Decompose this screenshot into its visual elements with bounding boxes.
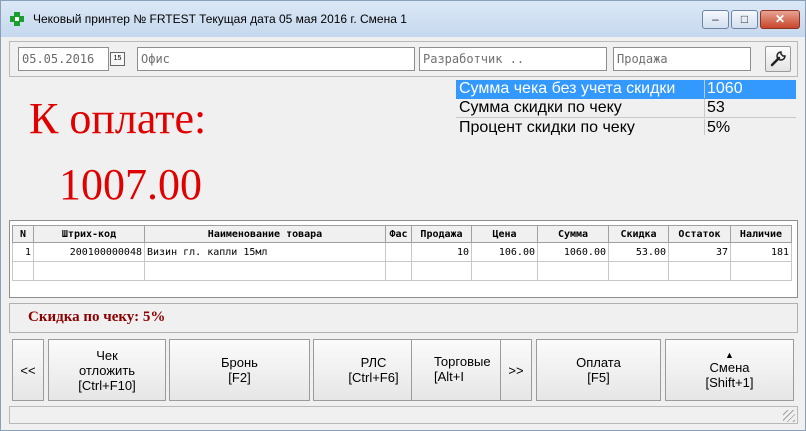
minimize-icon: – (712, 12, 719, 26)
button-shortcut: [F5] (587, 370, 610, 385)
summary-row[interactable]: Сумма чека без учета скидки 1060 (456, 80, 796, 99)
column-header[interactable]: N (12, 225, 34, 243)
column-header[interactable]: Наименование товара (144, 225, 386, 243)
summary-row[interactable]: Сумма скидки по чеку 53 (456, 99, 796, 118)
summary-row-label: Процент скидки по чеку (459, 119, 635, 135)
summary-row-label: Сумма скидки по чеку (459, 99, 622, 116)
next-buttons-button[interactable]: >> (500, 339, 532, 401)
pay-amount: 1007.00 (59, 160, 202, 209)
table-row[interactable]: 1 200100000048 Визин гл. капли 15мл 10 1… (12, 242, 792, 262)
table-cell[interactable] (385, 242, 412, 262)
maximize-icon: □ (740, 12, 749, 26)
caret-up-icon: ▲ (725, 350, 734, 360)
pay-label: К оплате: (29, 94, 207, 143)
minimize-button[interactable]: – (702, 10, 729, 29)
button-label: РЛС (360, 355, 387, 370)
postpone-receipt-button[interactable]: Чек отложить [Ctrl+F10] (48, 339, 166, 401)
wrench-icon (770, 51, 786, 67)
summary-row[interactable]: Процент скидки по чеку 5% (456, 119, 796, 135)
table-cell-selected[interactable] (33, 261, 145, 281)
summary-row-value: 5% (704, 119, 796, 135)
button-shortcut: [Ctrl+F10] (78, 377, 136, 393)
maximize-button[interactable]: □ (731, 10, 758, 29)
settings-button[interactable] (765, 46, 791, 72)
summary-row-label: Сумма чека без учета скидки (459, 80, 676, 97)
operation-type-field[interactable]: Продажа (613, 47, 751, 71)
column-header[interactable]: Остаток (668, 225, 731, 243)
close-icon: ✕ (774, 12, 786, 26)
table-cell[interactable]: 200100000048 (33, 242, 145, 262)
button-label: Бронь (221, 355, 258, 370)
client-area: 05.05.2016 15 Офис Разработчик .. Продаж… (9, 37, 798, 426)
button-shortcut: [Shift+1] (705, 375, 754, 390)
table-cell[interactable]: 37 (668, 242, 731, 262)
payment-button[interactable]: Оплата [F5] (536, 339, 661, 401)
shift-button[interactable]: ▲ Смена [Shift+1] (665, 339, 794, 401)
button-shortcut: [Alt+I (434, 369, 464, 384)
table-cell[interactable]: 106.00 (471, 242, 538, 262)
table-cell[interactable] (471, 261, 538, 281)
column-header[interactable]: Цена (471, 225, 538, 243)
button-label: Смена (709, 360, 750, 375)
table-cell[interactable] (608, 261, 669, 281)
table-cell[interactable] (668, 261, 731, 281)
table-cell[interactable]: 1 (12, 242, 34, 262)
table-cell[interactable] (411, 261, 472, 281)
table-cell[interactable]: 10 (411, 242, 472, 262)
pharmacy-cross-icon (9, 11, 25, 27)
table-cell[interactable]: 1060.00 (537, 242, 609, 262)
table-cell[interactable] (144, 261, 386, 281)
column-header[interactable]: Наличие (730, 225, 792, 243)
developer-field[interactable]: Разработчик .. (419, 47, 607, 71)
table-cell[interactable]: 53.00 (608, 242, 669, 262)
column-header[interactable]: Фас (385, 225, 412, 243)
column-header[interactable]: Скидка (608, 225, 669, 243)
button-shortcut: [F2] (228, 370, 251, 385)
button-shortcut: [Ctrl+F6] (348, 370, 399, 385)
receipt-grid: N Штрих-код Наименование товара Фас Прод… (12, 225, 792, 281)
date-field[interactable]: 05.05.2016 (18, 47, 109, 71)
table-cell[interactable] (537, 261, 609, 281)
table-cell[interactable] (12, 261, 34, 281)
trade-button[interactable]: Торговые [Alt+I (411, 339, 501, 401)
button-bar: << Чек отложить [Ctrl+F10] Бронь [F2] РЛ… (9, 339, 798, 403)
button-label: Чек (96, 347, 118, 363)
summary-row-value: 1060 (704, 80, 796, 98)
button-label: отложить (78, 362, 136, 378)
discount-panel: Скидка по чеку: 5% (9, 303, 798, 333)
receipt-table[interactable]: N Штрих-код Наименование товара Фас Прод… (9, 220, 798, 298)
summary-row-value: 53 (704, 99, 796, 117)
table-cell[interactable]: 181 (730, 242, 792, 262)
discount-text: Скидка по чеку: 5% (28, 309, 166, 325)
resize-grip-icon[interactable] (783, 410, 795, 422)
table-row-new[interactable] (12, 261, 792, 281)
button-label: Оплата (576, 355, 621, 370)
table-cell[interactable] (385, 261, 412, 281)
status-bar (9, 406, 798, 424)
main-window: Чековый принтер № FRTEST Текущая дата 05… (0, 0, 806, 431)
close-button[interactable]: ✕ (760, 10, 800, 29)
button-label: Торговые (434, 354, 491, 369)
reserve-button[interactable]: Бронь [F2] (169, 339, 310, 401)
header-panel: 05.05.2016 15 Офис Разработчик .. Продаж… (9, 41, 798, 77)
prev-buttons-button[interactable]: << (12, 339, 44, 401)
column-header[interactable]: Продажа (411, 225, 472, 243)
table-cell[interactable] (730, 261, 792, 281)
column-header[interactable]: Штрих-код (33, 225, 145, 243)
title-bar[interactable]: Чековый принтер № FRTEST Текущая дата 05… (1, 1, 805, 37)
column-header[interactable]: Сумма (537, 225, 609, 243)
table-header: N Штрих-код Наименование товара Фас Прод… (12, 225, 792, 243)
window-title: Чековый принтер № FRTEST Текущая дата 05… (33, 12, 407, 26)
office-field[interactable]: Офис (137, 47, 415, 71)
summary-panel: К оплате: 1007.00 Сумма чека без учета с… (9, 77, 798, 217)
calendar-icon[interactable]: 15 (110, 52, 125, 66)
table-cell[interactable]: Визин гл. капли 15мл (144, 242, 386, 262)
